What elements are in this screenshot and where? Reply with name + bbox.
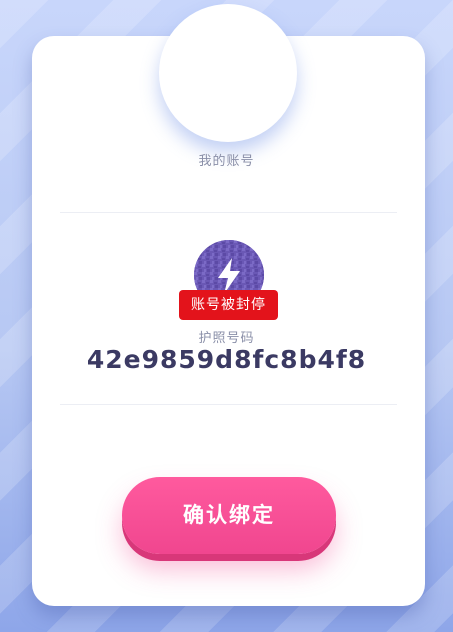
avatar (159, 4, 297, 142)
confirm-bind-button[interactable]: 确认绑定 (122, 477, 336, 554)
account-label: 我的账号 (198, 154, 255, 169)
passport-label: 护照号码 (198, 331, 255, 346)
status-badge: 账号被封停 (179, 290, 278, 320)
divider (60, 212, 397, 213)
divider (60, 404, 397, 405)
passport-number: 42e9859d8fc8b4f8 (86, 345, 367, 374)
